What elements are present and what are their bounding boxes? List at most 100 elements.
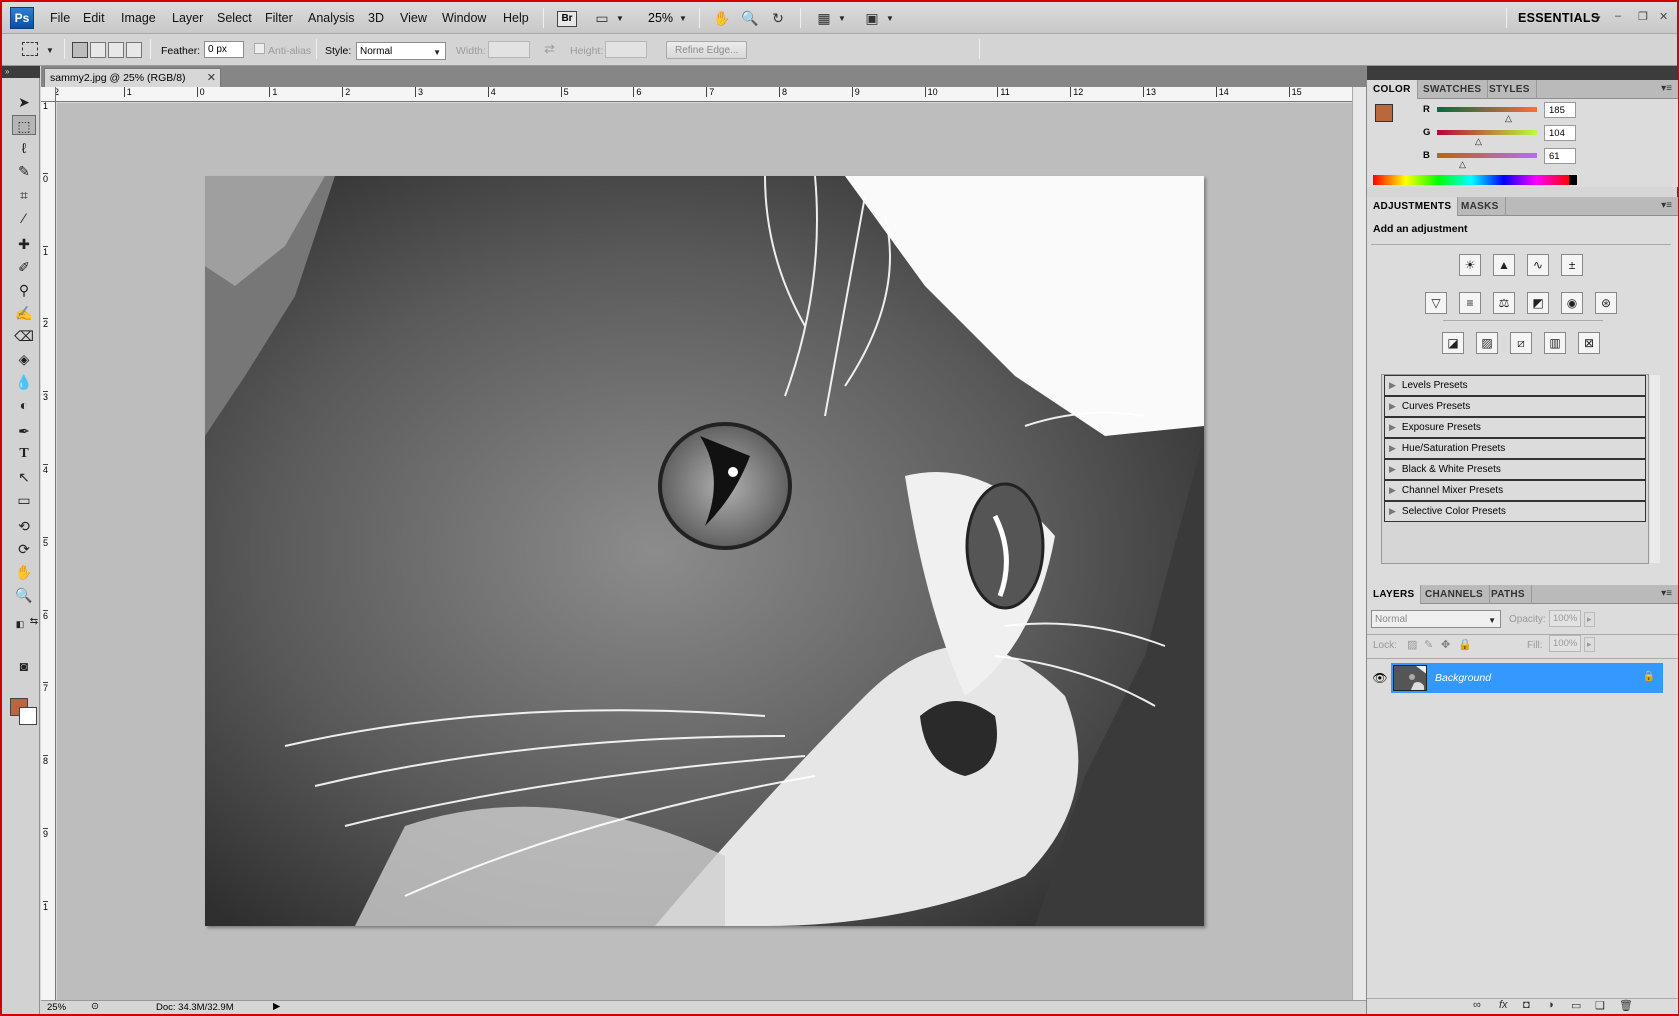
layer-row-background[interactable]: Background 🔒 [1391,663,1663,693]
exposure-icon[interactable]: ± [1561,254,1583,276]
chevron-down-icon[interactable]: ▼ [838,14,846,23]
gradient-map-icon[interactable]: ▥ [1544,332,1566,354]
swap-dimensions-icon[interactable]: ⇄ [544,41,555,57]
tab-color[interactable]: COLOR [1367,80,1418,99]
panel-menu-icon[interactable]: ▾≡ [1661,83,1672,94]
menu-3d[interactable]: 3D [368,11,384,25]
feather-input[interactable]: 0 px [204,41,244,58]
tab-adjustments[interactable]: ADJUSTMENTS [1367,197,1459,216]
close-icon[interactable]: ✕ [1659,10,1668,23]
menu-view[interactable]: View [400,11,427,25]
curves-icon[interactable]: ∿ [1527,254,1549,276]
blue-slider[interactable]: B △ 61 [1423,148,1643,169]
crop-tool-icon[interactable]: ⌗ [12,185,36,205]
ruler-origin[interactable] [41,87,56,102]
restore-icon[interactable]: ❐ [1638,10,1648,23]
rectangular-marquee-icon[interactable] [22,42,38,56]
quick-mask-icon[interactable]: ◙ [12,656,36,676]
collapse-panel-icon[interactable]: » [2,66,40,78]
brightness-contrast-icon[interactable]: ☀ [1459,254,1481,276]
shape-tool-icon[interactable]: ▭ [12,490,36,510]
horizontal-ruler[interactable]: 210123456789101112131415 [56,87,1352,102]
screen-mode-icon[interactable]: ▣ [862,9,882,27]
blue-value[interactable]: 61 [1544,148,1576,164]
height-input[interactable] [605,41,647,58]
intersect-selection-icon[interactable] [126,42,142,58]
brush-tool-icon[interactable]: ✐ [12,257,36,277]
vertical-scrollbar[interactable] [1352,87,1366,1000]
photo-filter-icon[interactable]: ◉ [1561,292,1583,314]
green-slider[interactable]: G △ 104 [1423,125,1643,146]
preset-hue-saturation[interactable]: ▶ Hue/Saturation Presets [1384,438,1646,459]
hand-tool-icon[interactable]: ✋ [712,9,732,27]
green-value[interactable]: 104 [1544,125,1576,141]
layer-name[interactable]: Background [1435,672,1491,684]
link-layers-icon[interactable]: ∞ [1473,999,1481,1011]
add-mask-icon[interactable]: ◘ [1523,999,1530,1011]
paint-bucket-tool-icon[interactable]: ◈ [12,349,36,369]
opacity-slider-icon[interactable]: ▸ [1584,612,1595,627]
path-selection-tool-icon[interactable]: ↖ [12,467,36,487]
selective-color-icon[interactable]: ⊠ [1578,332,1600,354]
invert-icon[interactable]: ◪ [1442,332,1464,354]
dodge-tool-icon[interactable]: ◐ [12,395,36,415]
delete-layer-icon[interactable]: 🗑 [1619,999,1633,1012]
menu-image[interactable]: Image [121,11,156,25]
menu-layer[interactable]: Layer [172,11,203,25]
preset-channel-mixer[interactable]: ▶ Channel Mixer Presets [1384,480,1646,501]
chevron-down-icon[interactable]: ▼ [1594,14,1602,23]
minimize-icon[interactable]: – [1615,10,1621,22]
healing-brush-tool-icon[interactable]: ✚ [12,234,36,254]
red-slider[interactable]: R △ 185 [1423,102,1643,123]
view-extras-icon[interactable]: ▭ [592,9,612,27]
expand-triangle-icon[interactable]: ▶ [1389,422,1396,433]
black-white-icon[interactable]: ◩ [1527,292,1549,314]
3d-orbit-tool-icon[interactable]: ⟳ [12,539,36,559]
hand-tool-icon[interactable]: ✋ [12,562,36,582]
style-select[interactable]: Normal ▼ [356,42,446,60]
tab-styles[interactable]: STYLES [1483,80,1537,99]
chevron-down-icon[interactable]: ▼ [46,46,54,55]
eyedropper-tool-icon[interactable]: ⁄ [12,208,36,228]
tab-paths[interactable]: PATHS [1485,585,1532,604]
zoom-tool-icon[interactable]: 🔍 [740,9,760,27]
lock-all-icon[interactable]: 🔒 [1458,638,1472,651]
tab-channels[interactable]: CHANNELS [1419,585,1490,604]
new-selection-icon[interactable] [72,42,88,58]
green-thumb-icon[interactable]: △ [1475,136,1482,147]
menu-window[interactable]: Window [442,11,486,25]
blend-mode-select[interactable]: Normal ▼ [1371,610,1501,628]
type-tool-icon[interactable]: T [12,444,36,464]
document-tab[interactable]: sammy2.jpg @ 25% (RGB/8) ✕ [44,68,221,87]
preset-black-white[interactable]: ▶ Black & White Presets [1384,459,1646,480]
eraser-tool-icon[interactable]: ⌫ [12,326,36,346]
red-thumb-icon[interactable]: △ [1505,113,1512,124]
vibrance-icon[interactable]: ▽ [1425,292,1447,314]
lock-image-icon[interactable]: ✎ [1424,638,1433,651]
new-group-icon[interactable]: ▭ [1571,999,1581,1012]
preset-selective-color[interactable]: ▶ Selective Color Presets [1384,501,1646,522]
posterize-icon[interactable]: ▨ [1476,332,1498,354]
history-brush-tool-icon[interactable]: ✍ [12,303,36,323]
menu-filter[interactable]: Filter [265,11,293,25]
status-zoom[interactable]: 25% [47,1002,66,1013]
green-track[interactable] [1437,130,1537,135]
zoom-tool-icon[interactable]: 🔍 [12,585,36,605]
bridge-button[interactable]: Br [557,11,577,27]
preset-exposure[interactable]: ▶ Exposure Presets [1384,417,1646,438]
menu-select[interactable]: Select [217,11,252,25]
lock-transparent-icon[interactable]: ▨ [1407,638,1417,651]
panel-menu-icon[interactable]: ▾≡ [1661,588,1672,599]
expand-triangle-icon[interactable]: ▶ [1389,506,1396,517]
hue-saturation-icon[interactable]: ≡ [1459,292,1481,314]
menu-file[interactable]: File [50,11,70,25]
tab-layers[interactable]: LAYERS [1367,585,1422,604]
preset-curves[interactable]: ▶ Curves Presets [1384,396,1646,417]
arrange-documents-icon[interactable]: ▦ [814,9,834,27]
status-menu-icon[interactable]: ▶ [273,1001,280,1012]
color-balance-icon[interactable]: ⚖ [1493,292,1515,314]
move-tool-icon[interactable]: ➤ [12,92,36,112]
preset-levels[interactable]: ▶ Levels Presets [1384,375,1646,396]
workspace-switcher[interactable]: ESSENTIALS [1518,11,1600,25]
cat-photo[interactable] [205,176,1204,926]
